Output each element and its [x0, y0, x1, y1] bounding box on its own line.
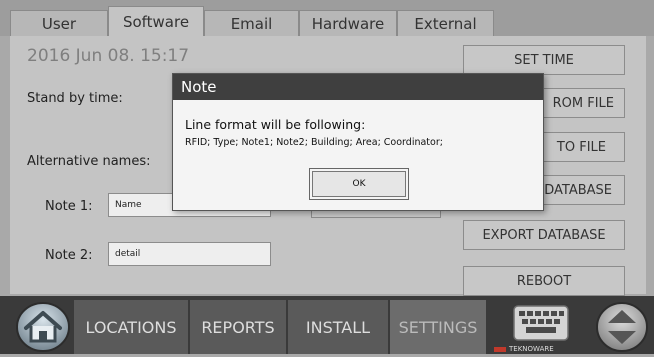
- ok-button[interactable]: OK: [309, 168, 409, 200]
- reboot-button[interactable]: REBOOT: [463, 266, 625, 296]
- nav-reports[interactable]: REPORTS: [190, 300, 286, 354]
- note2-label: Note 2:: [45, 248, 93, 263]
- alt-names-label: Alternative names:: [27, 154, 151, 169]
- scroll-up-down-button[interactable]: [594, 301, 650, 353]
- set-time-button[interactable]: SET TIME: [463, 45, 625, 75]
- brand-text: TEKNOWARE: [509, 345, 554, 353]
- current-datetime: 2016 Jun 08. 15:17: [27, 46, 190, 66]
- brand-logo: TEKNOWARE: [494, 344, 578, 354]
- nav-install[interactable]: INSTALL: [288, 300, 388, 354]
- home-button[interactable]: [14, 301, 72, 353]
- note-dialog: Note Line format will be following: RFID…: [172, 73, 544, 211]
- brand-mark: [494, 346, 506, 352]
- export-database-button[interactable]: EXPORT DATABASE: [463, 220, 625, 250]
- tab-user[interactable]: User: [10, 10, 108, 36]
- standby-label: Stand by time:: [27, 91, 123, 106]
- nav-locations[interactable]: LOCATIONS: [74, 300, 188, 354]
- dialog-message: Line format will be following:: [185, 117, 366, 132]
- tab-email[interactable]: Email: [204, 10, 299, 36]
- tab-hardware[interactable]: Hardware: [299, 10, 397, 36]
- note1-label: Note 1:: [45, 199, 93, 214]
- tab-software[interactable]: Software: [108, 6, 204, 37]
- dialog-format-text: RFID; Type; Note1; Note2; Building; Area…: [185, 137, 443, 148]
- keyboard-icon: [513, 305, 569, 341]
- home-icon: [16, 302, 70, 352]
- nav-settings[interactable]: SETTINGS: [390, 300, 486, 354]
- up-down-arrows-icon: [596, 302, 648, 352]
- tab-external[interactable]: External: [397, 10, 494, 36]
- keyboard-button[interactable]: [512, 304, 570, 342]
- note2-input[interactable]: detail: [108, 242, 271, 266]
- dialog-title: Note: [173, 74, 543, 100]
